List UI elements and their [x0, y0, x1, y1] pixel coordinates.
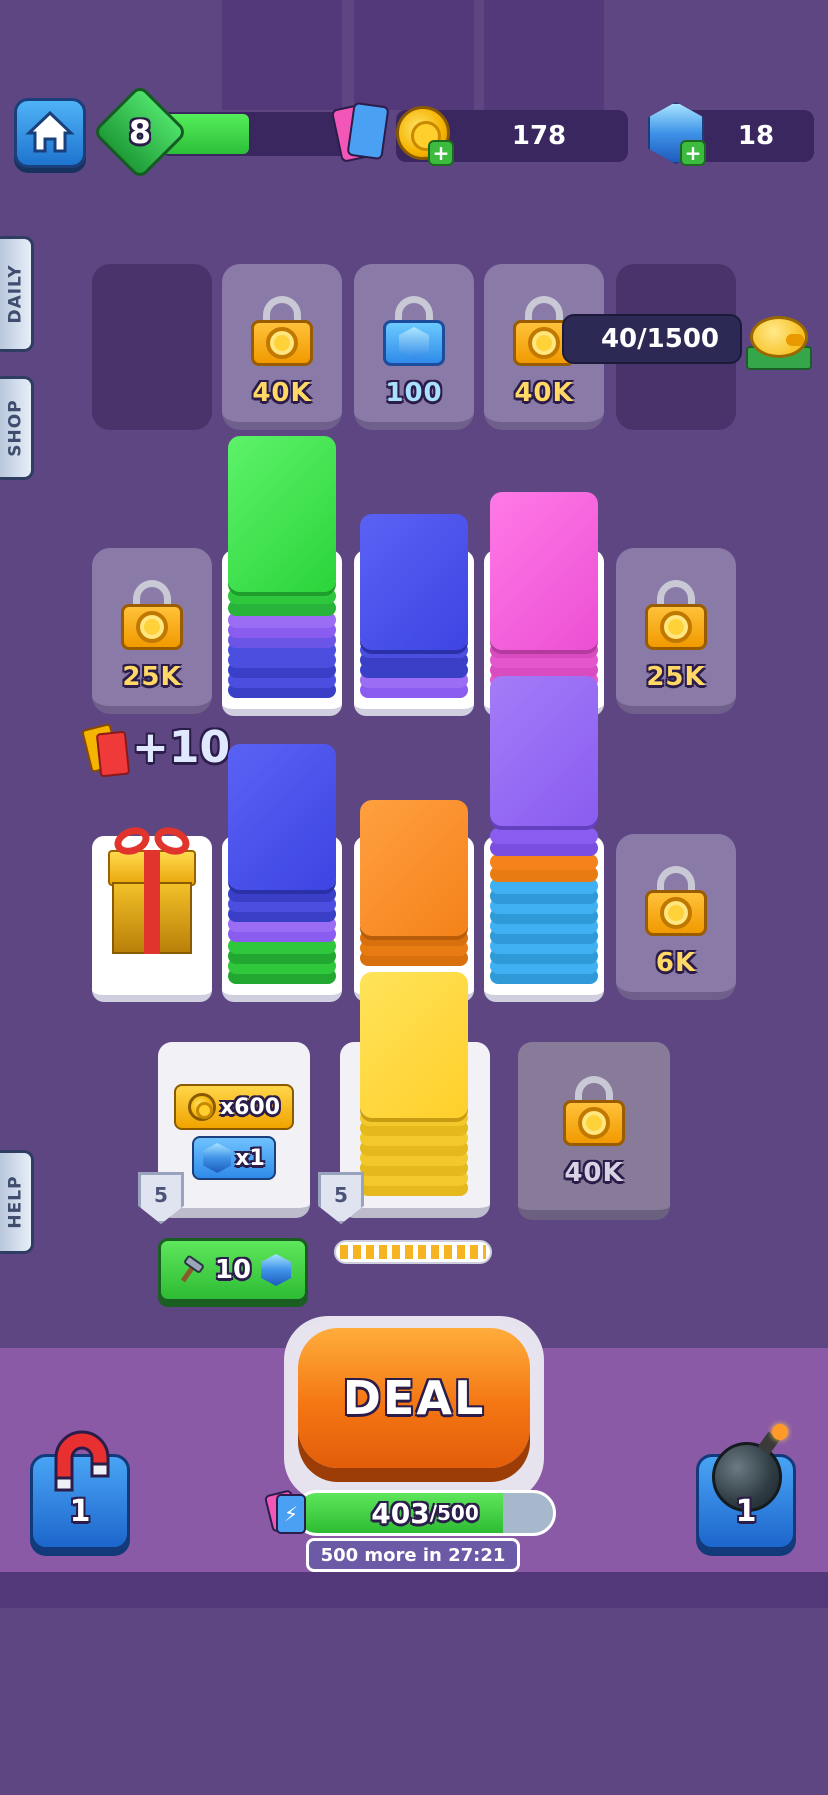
- card-stack-pink[interactable]: [490, 492, 598, 698]
- coin-reward-badge: x600: [174, 1084, 294, 1130]
- empty-slot: [92, 264, 212, 430]
- cards-reward-text: +10: [132, 722, 231, 773]
- locked-slot[interactable]: 6K: [616, 834, 736, 1000]
- top-card: [360, 514, 468, 650]
- top-card: [228, 436, 336, 592]
- level-number: 8: [128, 113, 152, 151]
- piggy-bank-progress: 40/1500: [600, 324, 720, 354]
- energy-current: 403: [371, 1496, 430, 1530]
- daily-tab[interactable]: DAILY: [0, 236, 34, 352]
- gift-box-icon[interactable]: [108, 822, 196, 956]
- coin-icon: [187, 1093, 216, 1121]
- coin-lock-icon: [645, 866, 707, 936]
- top-card: [490, 676, 598, 826]
- top-card: [360, 800, 468, 936]
- home-button[interactable]: [14, 98, 86, 168]
- card-stack-purple[interactable]: [490, 676, 598, 984]
- unlock-price: 25K: [122, 662, 182, 692]
- locked-slot[interactable]: 100: [354, 264, 474, 430]
- energy-text: 403/500: [294, 1490, 556, 1536]
- coin-lock-icon: [251, 296, 313, 366]
- coin-reward-amount: x600: [219, 1094, 281, 1120]
- hammer-cost: 10: [214, 1255, 252, 1285]
- spark-icon: [772, 1424, 788, 1440]
- gem-reward-badge: x1: [192, 1136, 276, 1180]
- help-tab-label: HELP: [5, 1175, 26, 1229]
- magnet-count: 1: [69, 1494, 91, 1529]
- hammer-icon: [180, 1255, 204, 1283]
- piggy-bank-icon[interactable]: [742, 312, 816, 372]
- magnet-icon: [54, 1430, 110, 1492]
- add-gems-button[interactable]: +: [680, 140, 706, 166]
- top-card: [490, 492, 598, 650]
- coin-lock-icon: [563, 1076, 625, 1146]
- unlock-price: 6K: [655, 948, 697, 978]
- help-tab[interactable]: HELP: [0, 1150, 34, 1254]
- hammer-button[interactable]: 10: [158, 1238, 308, 1302]
- gem-icon: [261, 1254, 292, 1286]
- top-card: [228, 744, 336, 890]
- unlock-price: 40K: [252, 378, 312, 408]
- deal-label: DEAL: [342, 1371, 486, 1425]
- top-card: [360, 972, 468, 1118]
- card-stack-yellow[interactable]: [360, 972, 468, 1196]
- top-column-shaft: [222, 0, 342, 110]
- energy-refill-timer: 500 more in 27:21: [306, 1538, 520, 1572]
- deal-button[interactable]: DEAL: [298, 1328, 530, 1468]
- top-column-shaft: [354, 0, 474, 110]
- coin-lock-icon: [645, 580, 707, 650]
- coin-lock-icon: [121, 580, 183, 650]
- card-stack-blue[interactable]: [360, 514, 468, 698]
- coin-count: 178: [511, 121, 567, 151]
- unlock-price: 25K: [646, 662, 706, 692]
- unlock-price: 100: [385, 378, 443, 408]
- home-icon: [25, 110, 75, 153]
- daily-tab-label: DAILY: [5, 264, 26, 324]
- unlock-price: 40K: [564, 1158, 624, 1188]
- locked-slot[interactable]: 40K: [518, 1042, 670, 1220]
- energy-cards-icon: ⚡: [263, 1489, 310, 1536]
- locked-slot[interactable]: 25K: [92, 548, 212, 714]
- gem-lock-icon: [383, 296, 445, 366]
- shop-tab-label: SHOP: [5, 399, 26, 457]
- card-stack-orange[interactable]: [360, 800, 468, 984]
- gem-icon: [203, 1143, 232, 1173]
- unlock-price: 40K: [514, 378, 574, 408]
- shop-tab[interactable]: SHOP: [0, 376, 34, 480]
- card-reward-icon-front: [95, 730, 131, 778]
- panel-shadow: [0, 1572, 828, 1608]
- gem-reward-amount: x1: [235, 1145, 265, 1171]
- locked-slot[interactable]: 40K: [222, 264, 342, 430]
- locked-slot[interactable]: 25K: [616, 548, 736, 714]
- gem-count: 18: [737, 121, 775, 151]
- cards-icon-back: [346, 101, 390, 161]
- deck-progress-bar: [334, 1240, 492, 1264]
- bomb-count: 1: [735, 1494, 757, 1529]
- energy-max: /500: [429, 1501, 479, 1525]
- card-stack-blue[interactable]: [228, 744, 336, 984]
- card-stack-green[interactable]: [228, 436, 336, 698]
- top-column-shaft: [484, 0, 604, 110]
